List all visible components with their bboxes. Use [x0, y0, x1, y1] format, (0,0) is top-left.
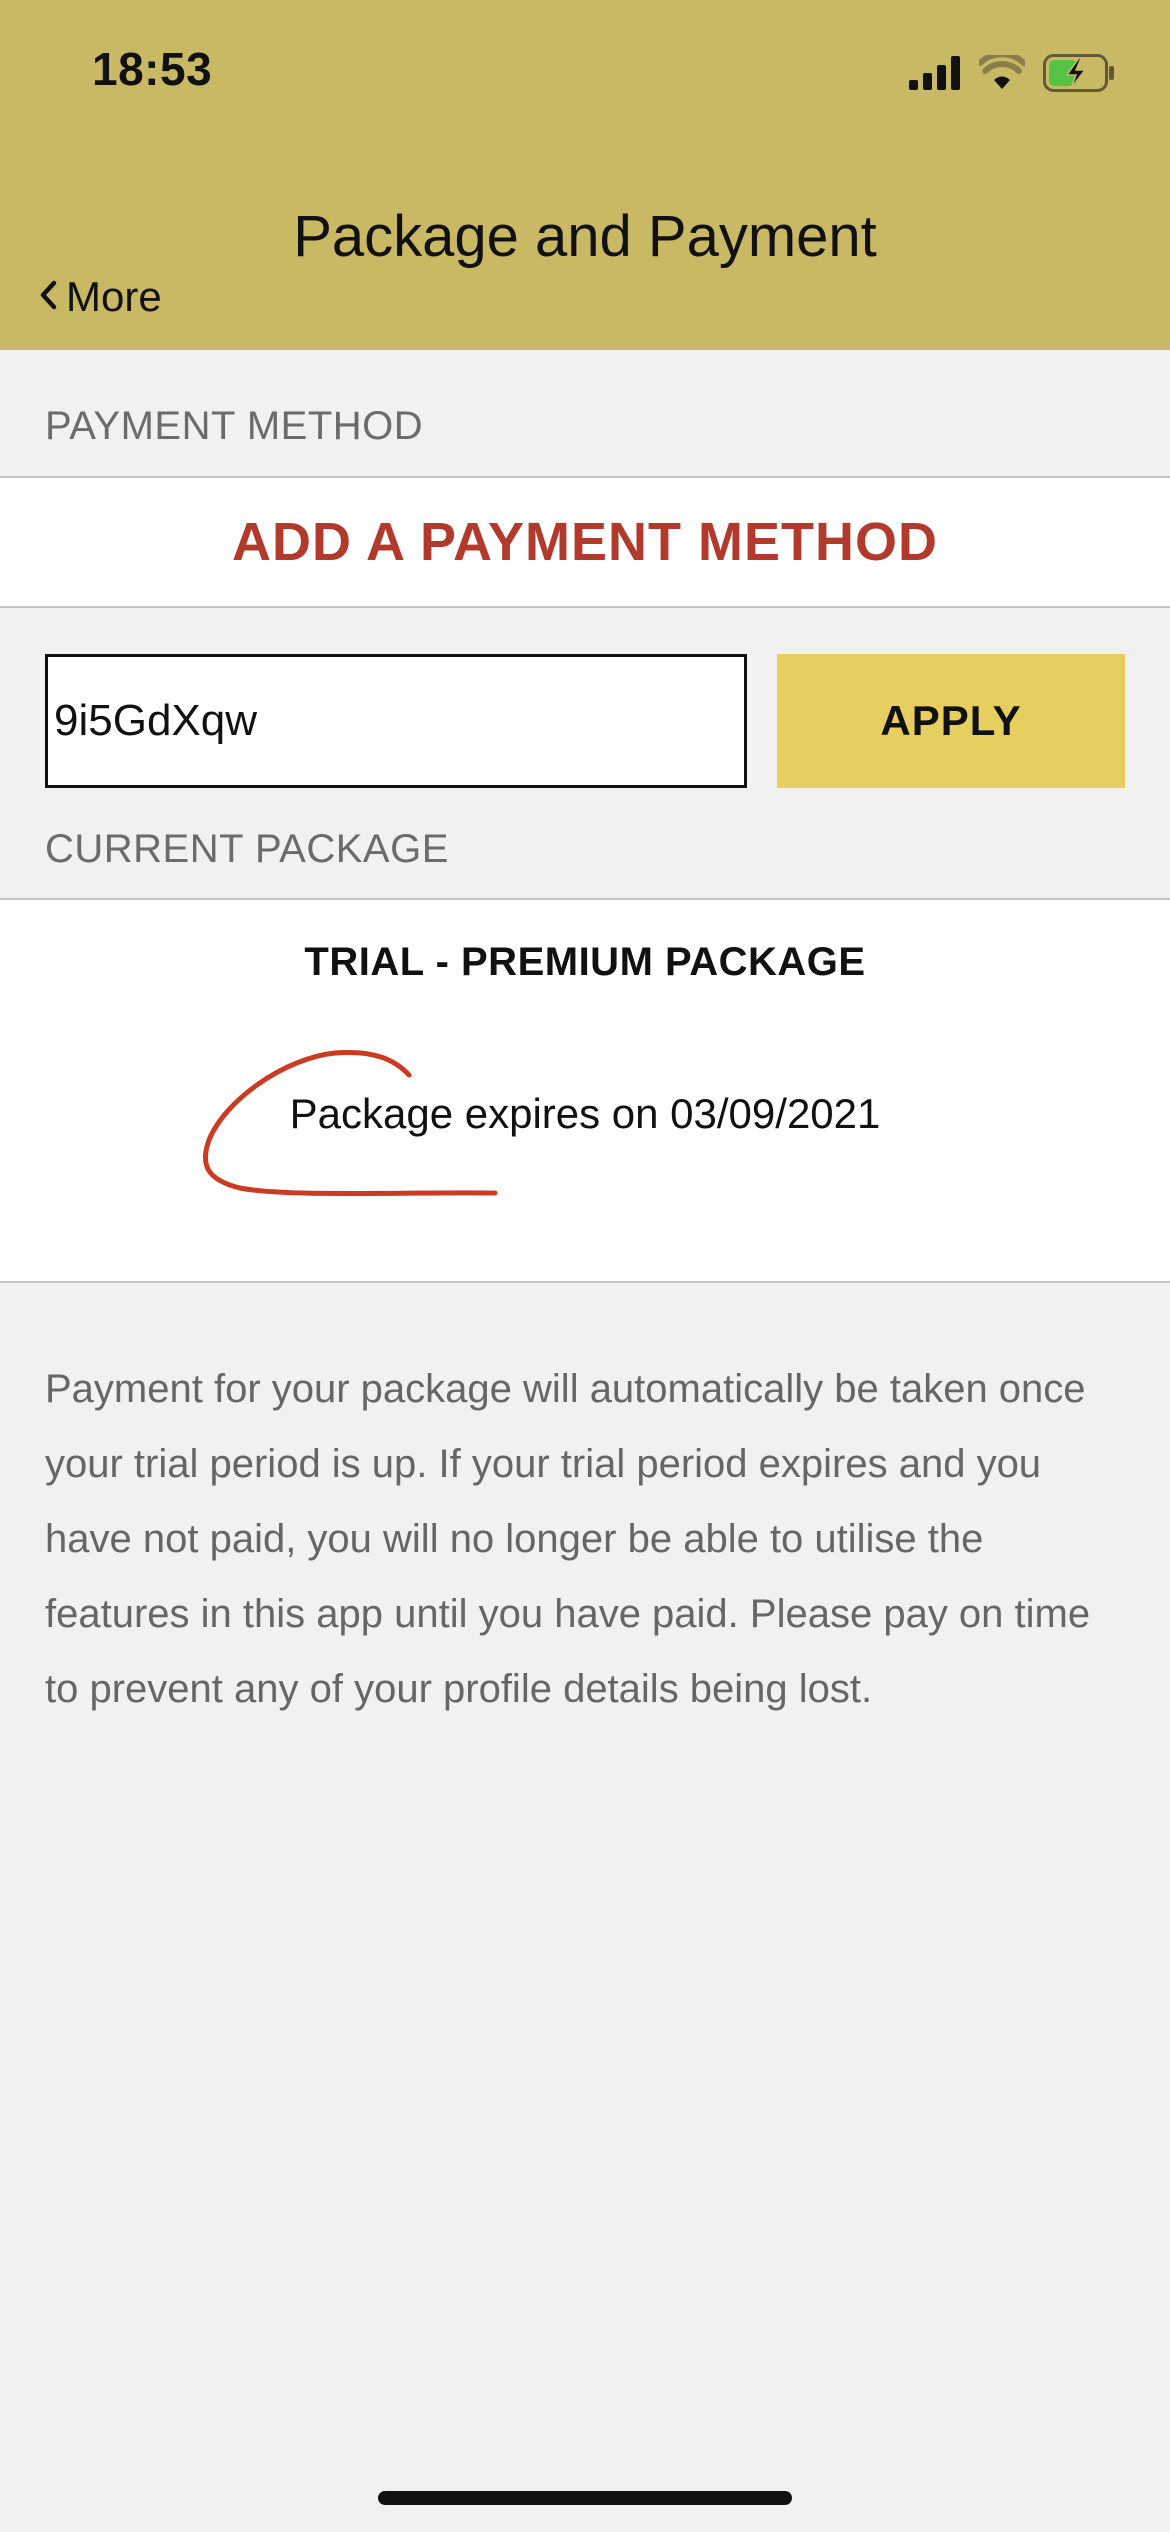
wifi-icon: [977, 50, 1027, 96]
package-expiry-text: Package expires on 03/09/2021: [289, 1090, 881, 1137]
current-package-section-label: CURRENT PACKAGE: [45, 827, 449, 871]
payment-info-text: Payment for your package will automatica…: [45, 1367, 1091, 1711]
add-payment-method-row[interactable]: ADD A PAYMENT METHOD: [0, 476, 1170, 608]
payment-method-section-label: PAYMENT METHOD: [45, 404, 424, 448]
battery-charging-icon: [1043, 53, 1115, 97]
signal-icon: [909, 55, 961, 95]
status-icons: [909, 50, 1115, 100]
nav-header: 18:53 Package and Payment More: [0, 0, 1170, 350]
back-label: More: [66, 273, 162, 320]
back-button[interactable]: More: [38, 268, 162, 326]
home-indicator[interactable]: [378, 2491, 792, 2505]
apply-button[interactable]: APPLY: [777, 654, 1125, 788]
page-title: Package and Payment: [293, 204, 877, 269]
status-time: 18:53: [92, 43, 213, 95]
promo-code-input[interactable]: [45, 654, 747, 788]
package-name: TRIAL - PREMIUM PACKAGE: [304, 940, 866, 984]
chevron-left-icon: [38, 273, 58, 321]
add-payment-method-button[interactable]: ADD A PAYMENT METHOD: [0, 478, 1170, 606]
